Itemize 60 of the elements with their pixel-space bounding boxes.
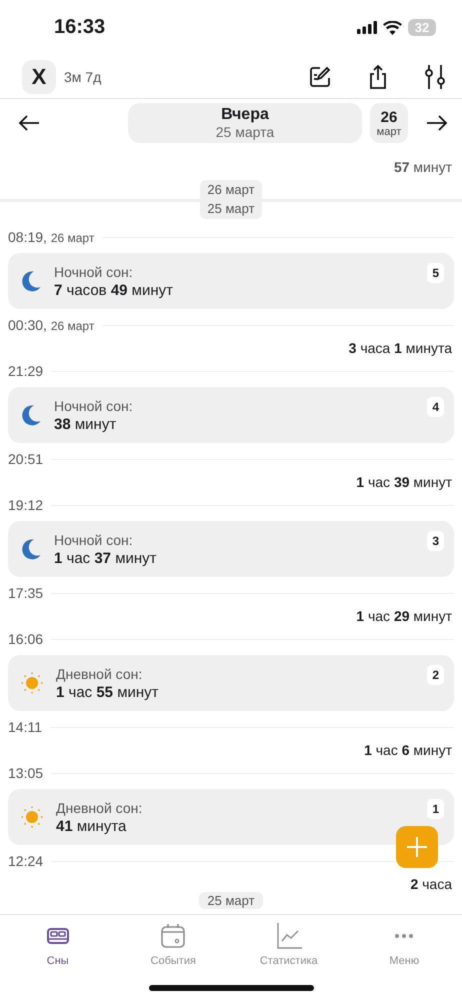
wifi-icon [383,20,402,34]
sleep-duration: 1 час 37 минут [54,550,158,566]
time-label: 19:12 [8,497,44,513]
time-label: 20:51 [8,451,44,467]
status-time: 16:33 [54,16,106,39]
time-label: 17:35 [8,585,44,601]
day-divider-date: 25 март [207,201,255,217]
sleep-duration: 41 минута [56,818,128,834]
time-label: 12:24 [8,853,44,869]
sleep-number-badge: 3 [427,531,444,551]
date-selector[interactable]: Вчера 25 марта [128,103,362,143]
sleep-card[interactable]: Ночной сон: 1 час 37 минут 3 [8,521,454,577]
sleep-type-label: Дневной сон: [56,666,144,682]
sleep-duration: 1 час 55 минут [56,684,160,700]
sleep-number-badge: 2 [427,665,444,685]
time-label: 21:29 [8,363,44,379]
calendar-icon [160,923,186,949]
signal-icon [357,21,377,34]
sleep-card[interactable]: Ночной сон: 7 часов 49 минут 5 [8,253,454,309]
sleep-type-label: Ночной сон: [54,264,134,280]
previous-day-arrow-icon[interactable] [18,115,40,131]
wake-duration: 57 минут [392,158,453,176]
wake-duration: 1 час 6 минут [363,743,453,757]
sleep-type-label: Ночной сон: [54,532,134,548]
wake-duration: 2 часа [409,877,453,891]
sleep-duration: 38 минут [54,416,118,432]
wake-duration: 1 час 29 минут [355,609,453,623]
sleep-card[interactable]: Ночной сон: 38 минут 4 [8,387,454,443]
sleep-duration: 7 часов 49 минут [54,282,174,298]
sleep-number-badge: 1 [427,799,444,819]
time-label: 00:30, 26 март [8,317,94,333]
wake-duration: 1 час 39 минут [355,475,453,489]
sleep-type-label: Ночной сон: [54,398,134,414]
tab-bar-item[interactable]: Сны [0,915,116,971]
time-label: 13:05 [8,765,44,781]
sun-icon [20,805,44,829]
sleep-card[interactable]: Дневной сон: 41 минута 1 [8,789,454,845]
next-date-chip[interactable]: 26 март [370,103,408,143]
day-divider-date: 26 март [207,182,255,198]
child-age: 3м 7д [64,68,102,84]
day-divider-chip: 25 март [199,892,263,909]
sleep-type-label: Дневной сон: [56,800,144,816]
plus-icon [406,836,428,858]
chart-icon [276,923,302,949]
time-label: 08:19, 26 март [8,229,94,245]
time-label: 14:11 [8,719,42,735]
sleep-card[interactable]: Дневной сон: 1 час 55 минут 2 [8,655,454,711]
sleep-number-badge: 5 [427,263,444,283]
sun-icon [20,671,44,695]
edit-icon[interactable] [308,64,332,88]
settings-icon[interactable] [424,64,446,90]
moon-icon [20,404,42,426]
child-avatar-button[interactable]: X [22,60,56,94]
more-icon [394,933,414,939]
next-day-arrow-icon[interactable] [426,115,448,131]
wake-duration: 3 часа 1 минута [348,341,453,355]
moon-icon [20,270,42,292]
time-label: 16:06 [8,631,44,647]
moon-icon [20,538,42,560]
sleep-number-badge: 4 [427,397,444,417]
